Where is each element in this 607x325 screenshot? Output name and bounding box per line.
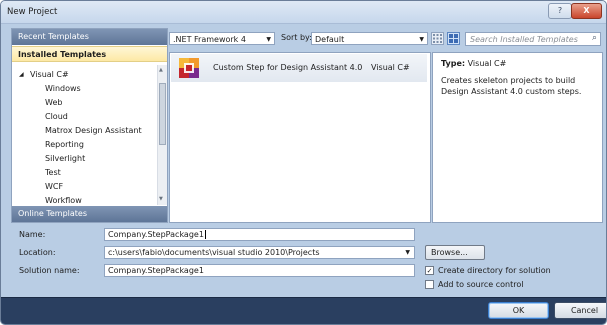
- chevron-down-icon: ▼: [266, 36, 271, 43]
- chevron-down-icon: ▼: [419, 36, 424, 43]
- location-value: c:\users\fabio\documents\visual studio 2…: [108, 248, 320, 257]
- scroll-thumb[interactable]: [159, 83, 166, 145]
- template-toolbar: .NET Framework 4 ▼ Sort by: Default ▼ Se…: [169, 28, 601, 50]
- tree-scrollbar[interactable]: ▲ ▼: [157, 65, 167, 205]
- name-label: Name:: [19, 230, 46, 239]
- cancel-button[interactable]: Cancel: [554, 302, 606, 319]
- chevron-down-icon[interactable]: ▼: [405, 247, 410, 259]
- template-language: Visual C#: [371, 63, 410, 72]
- template-list: Custom Step for Design Assistant 4.0 Vis…: [169, 52, 431, 223]
- solution-name-value: Company.StepPackage1: [108, 266, 204, 275]
- installed-templates[interactable]: Installed Templates: [12, 46, 167, 62]
- type-label: Type:: [441, 59, 466, 68]
- location-field[interactable]: c:\users\fabio\documents\visual studio 2…: [104, 246, 415, 259]
- tree-item-web[interactable]: Web: [45, 96, 62, 109]
- search-input[interactable]: Search Installed Templates ⌕: [465, 32, 601, 46]
- search-icon[interactable]: ⌕: [592, 32, 597, 45]
- sort-value: Default: [315, 35, 345, 44]
- help-button[interactable]: ?: [548, 3, 572, 19]
- template-details: Type: Visual C# Creates skeleton project…: [432, 52, 603, 223]
- tree-item-wcf[interactable]: WCF: [45, 180, 63, 193]
- tree-item-silverlight[interactable]: Silverlight: [45, 152, 85, 165]
- new-project-dialog: New Project ? X Recent Templates Install…: [0, 0, 607, 325]
- name-value: Company.StepPackage1: [108, 230, 204, 239]
- search-placeholder: Search Installed Templates: [470, 35, 578, 44]
- tree-item-test[interactable]: Test: [45, 166, 61, 179]
- create-directory-label: Create directory for solution: [438, 266, 551, 275]
- recent-templates[interactable]: Recent Templates: [12, 29, 167, 45]
- tree-root-label: Visual C#: [30, 70, 69, 79]
- source-control-checkbox[interactable]: [425, 280, 434, 289]
- sort-label: Sort by:: [281, 33, 312, 42]
- type-line: Type: Visual C#: [441, 59, 506, 68]
- scroll-down-icon[interactable]: ▼: [159, 196, 163, 202]
- create-directory-checkbox[interactable]: ✓: [425, 266, 434, 275]
- solution-name-field[interactable]: Company.StepPackage1: [104, 264, 415, 277]
- location-label: Location:: [19, 248, 56, 257]
- name-field[interactable]: Company.StepPackage1: [104, 228, 415, 241]
- solution-name-label: Solution name:: [19, 266, 80, 275]
- expand-arrow-icon[interactable]: ◢: [19, 68, 24, 81]
- template-item[interactable]: Custom Step for Design Assistant 4.0 Vis…: [171, 54, 427, 82]
- dialog-footer: OK Cancel: [1, 297, 606, 324]
- template-description: Creates skeleton projects to build Desig…: [441, 76, 582, 96]
- tree-item-matrox-design-assistant[interactable]: Matrox Design Assistant: [45, 124, 142, 137]
- template-icon: [179, 58, 199, 78]
- ok-button[interactable]: OK: [488, 302, 549, 319]
- browse-button[interactable]: Browse...: [425, 245, 485, 260]
- scroll-up-icon[interactable]: ▲: [159, 67, 163, 73]
- source-control-label: Add to source control: [438, 280, 524, 289]
- template-navigation: Recent Templates Installed Templates ◢ V…: [11, 28, 168, 223]
- framework-value: .NET Framework 4: [173, 35, 246, 44]
- text-caret: [204, 230, 206, 239]
- online-templates[interactable]: Online Templates: [12, 206, 167, 222]
- tree-item-reporting[interactable]: Reporting: [45, 138, 84, 151]
- title-bar: New Project ? X: [1, 1, 606, 24]
- type-value: Visual C#: [467, 59, 507, 68]
- medium-icons-view-icon[interactable]: [447, 32, 460, 45]
- tree-item-windows[interactable]: Windows: [45, 82, 81, 95]
- small-icons-view-icon[interactable]: [431, 32, 444, 45]
- close-button[interactable]: X: [571, 3, 602, 19]
- framework-select[interactable]: .NET Framework 4 ▼: [169, 32, 275, 45]
- sort-select[interactable]: Default ▼: [311, 32, 428, 45]
- window-title: New Project: [7, 7, 58, 17]
- template-name: Custom Step for Design Assistant 4.0: [213, 63, 363, 72]
- tree-item-cloud[interactable]: Cloud: [45, 110, 68, 123]
